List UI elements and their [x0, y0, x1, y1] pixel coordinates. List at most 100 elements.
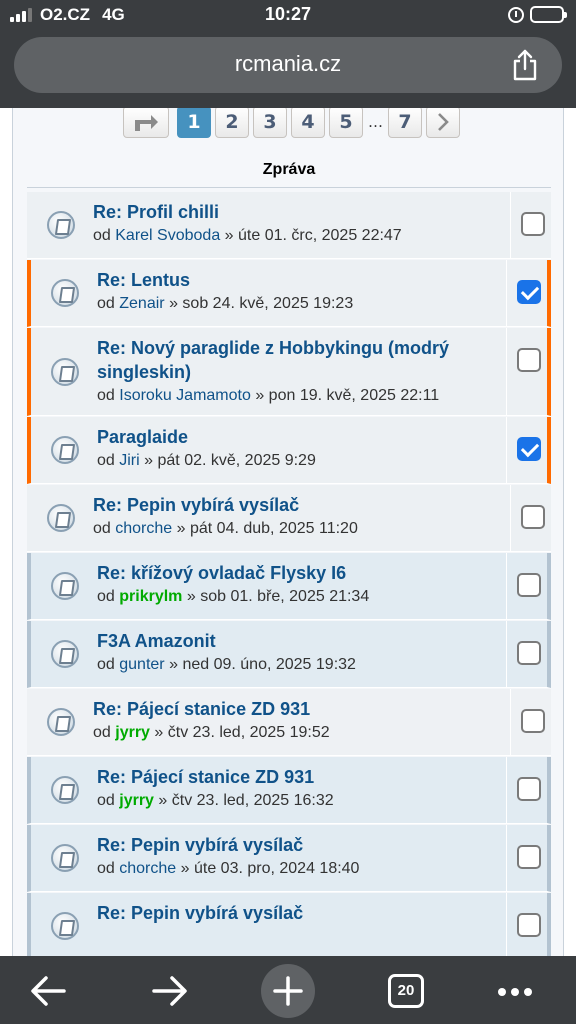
post-meta: od chorche » pát 04. dub, 2025 11:20 — [93, 517, 501, 540]
post-title-link[interactable]: Re: Pepin vybírá vysílač — [93, 493, 501, 517]
author-link[interactable]: Isoroku Jamamoto — [119, 387, 251, 404]
share-icon[interactable] — [510, 49, 540, 81]
post-row[interactable]: Re: Pepin vybírá vysílač — [27, 893, 551, 956]
select-checkbox[interactable] — [521, 212, 545, 236]
post-title-link[interactable]: Re: Nový paraglide z Hobbykingu (modrý s… — [97, 336, 497, 384]
post-row[interactable]: F3A Amazonit od gunter » ned 09. úno, 202… — [27, 621, 551, 688]
jump-arrow-icon — [135, 115, 158, 131]
post-meta: od jyrry » čtv 23. led, 2025 19:52 — [93, 721, 501, 744]
post-title-link[interactable]: Re: Pájecí stanice ZD 931 — [93, 697, 501, 721]
meta-separator: » — [186, 588, 196, 605]
post-row[interactable]: Re: Pepin vybírá vysílač od chorche » úte… — [27, 825, 551, 892]
column-divider — [506, 553, 507, 619]
topic-read-icon — [51, 279, 79, 307]
select-checkbox[interactable] — [517, 845, 541, 869]
page-1-button[interactable]: 1 — [177, 108, 211, 138]
topic-read-icon — [51, 572, 79, 600]
post-row[interactable]: Paraglaide od Jiri » pát 02. kvě, 2025 9:… — [27, 417, 551, 484]
by-label: od — [97, 792, 115, 809]
post-date: sob 24. kvě, 2025 19:23 — [182, 295, 354, 312]
by-label: od — [97, 295, 115, 312]
meta-separator: » — [176, 520, 186, 537]
meta-separator: » — [144, 452, 154, 469]
new-tab-button[interactable] — [261, 964, 315, 1018]
author-link[interactable]: jyrry — [119, 792, 154, 809]
next-page-button[interactable] — [426, 108, 460, 138]
pagination-ellipsis: … — [368, 113, 383, 131]
select-checkbox[interactable] — [517, 280, 541, 304]
topic-read-icon — [47, 708, 75, 736]
forward-arrow-icon[interactable] — [144, 966, 194, 1016]
author-link[interactable]: gunter — [119, 656, 164, 673]
select-checkbox[interactable] — [517, 913, 541, 937]
topic-read-icon — [51, 844, 79, 872]
author-link[interactable]: Karel Svoboda — [115, 227, 220, 244]
author-link[interactable]: Zenair — [119, 295, 164, 312]
alarm-icon — [508, 6, 524, 23]
url-text[interactable]: rcmania.cz — [14, 51, 562, 77]
post-row[interactable]: Re: Pájecí stanice ZD 931 od jyrry » čtv … — [27, 757, 551, 824]
status-right — [508, 6, 567, 23]
topic-read-icon — [51, 776, 79, 804]
select-checkbox[interactable] — [521, 709, 545, 733]
address-bar[interactable]: rcmania.cz — [14, 37, 562, 93]
page-2-button[interactable]: 2 — [215, 108, 249, 138]
post-meta: od Karel Svoboda » úte 01. črc, 2025 22:… — [93, 224, 501, 247]
by-label: od — [97, 860, 115, 877]
meta-separator: » — [154, 724, 164, 741]
meta-separator: » — [255, 387, 265, 404]
tabs-count: 20 — [388, 974, 424, 1008]
post-row[interactable]: Re: Lentus od Zenair » sob 24. kvě, 2025 … — [27, 260, 551, 327]
post-row[interactable]: Re: Nový paraglide z Hobbykingu (modrý s… — [27, 328, 551, 416]
author-link[interactable]: Jiri — [119, 452, 139, 469]
post-row[interactable]: Re: křížový ovladač Flysky I6 od prikrylm… — [27, 553, 551, 620]
post-title-link[interactable]: Re: křížový ovladač Flysky I6 — [97, 561, 497, 585]
topic-read-icon — [51, 640, 79, 668]
post-row[interactable]: Re: Profil chilli od Karel Svoboda » úte … — [27, 192, 551, 259]
post-list: Re: Profil chilli od Karel Svoboda » úte … — [27, 192, 551, 956]
post-meta: od Zenair » sob 24. kvě, 2025 19:23 — [97, 292, 497, 315]
back-arrow-icon[interactable] — [24, 966, 74, 1016]
author-link[interactable]: chorche — [115, 520, 172, 537]
post-title-link[interactable]: Paraglaide — [97, 425, 497, 449]
post-title-link[interactable]: Re: Pájecí stanice ZD 931 — [97, 765, 497, 789]
column-divider — [506, 328, 507, 415]
post-title-link[interactable]: Re: Lentus — [97, 268, 497, 292]
post-title-link[interactable]: F3A Amazonit — [97, 629, 497, 653]
column-divider — [506, 417, 507, 483]
topic-read-icon — [47, 211, 75, 239]
column-divider — [506, 825, 507, 891]
select-checkbox[interactable] — [517, 348, 541, 372]
meta-separator: » — [169, 295, 178, 312]
page-last-button[interactable]: 7 — [388, 108, 422, 138]
author-link[interactable]: jyrry — [115, 724, 150, 741]
page-5-button[interactable]: 5 — [329, 108, 363, 138]
select-checkbox[interactable] — [521, 505, 545, 529]
select-checkbox[interactable] — [517, 641, 541, 665]
column-divider — [506, 260, 507, 326]
author-link[interactable]: prikrylm — [119, 588, 182, 605]
select-checkbox[interactable] — [517, 777, 541, 801]
column-divider — [506, 621, 507, 687]
author-link[interactable]: chorche — [119, 860, 176, 877]
column-header: Zpráva — [27, 152, 551, 188]
post-row[interactable]: Re: Pájecí stanice ZD 931 od jyrry » čtv … — [27, 689, 551, 756]
by-label: od — [93, 724, 111, 741]
post-meta: od chorche » úte 03. pro, 2024 18:40 — [97, 857, 497, 880]
post-title-link[interactable]: Re: Pepin vybírá vysílač — [97, 901, 497, 925]
post-row[interactable]: Re: Pepin vybírá vysílač od chorche » pát… — [27, 485, 551, 552]
tabs-button[interactable]: 20 — [382, 966, 432, 1016]
browser-toolbar: 20 — [0, 956, 576, 1024]
post-title-link[interactable]: Re: Pepin vybírá vysílač — [97, 833, 497, 857]
post-title-link[interactable]: Re: Profil chilli — [93, 200, 501, 224]
more-button[interactable] — [494, 966, 544, 1016]
page-4-button[interactable]: 4 — [291, 108, 325, 138]
topic-read-icon — [51, 436, 79, 464]
select-checkbox[interactable] — [517, 573, 541, 597]
page-3-button[interactable]: 3 — [253, 108, 287, 138]
select-checkbox[interactable] — [517, 437, 541, 461]
post-date: čtv 23. led, 2025 19:52 — [167, 724, 330, 741]
jump-to-page-button[interactable] — [123, 108, 169, 138]
post-meta: od jyrry » čtv 23. led, 2025 16:32 — [97, 789, 497, 812]
topic-read-icon — [51, 357, 79, 386]
